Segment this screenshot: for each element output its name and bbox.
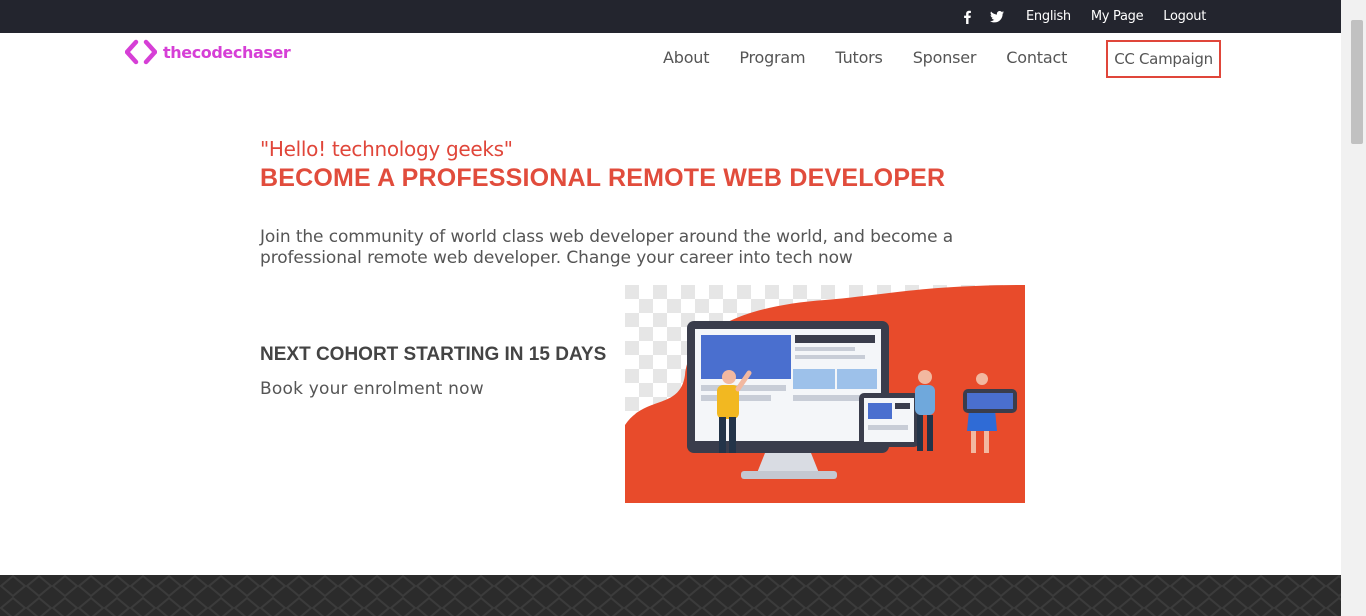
nav-program[interactable]: Program xyxy=(739,48,805,67)
top-bar: English My Page Logout xyxy=(0,0,1341,33)
nav-about[interactable]: About xyxy=(663,48,710,67)
facebook-icon[interactable] xyxy=(958,8,976,26)
language-link[interactable]: English xyxy=(1026,9,1071,24)
logout-link[interactable]: Logout xyxy=(1163,9,1206,24)
main-nav: About Program Tutors Sponser Contact xyxy=(663,48,1097,67)
cc-campaign-button[interactable]: CC Campaign xyxy=(1106,40,1221,78)
hero-headline: BECOME A PROFESSIONAL REMOTE WEB DEVELOP… xyxy=(260,164,946,192)
book-enrolment-text: Book your enrolment now xyxy=(260,379,484,399)
cohort-heading: NEXT COHORT STARTING IN 15 DAYS xyxy=(260,344,607,365)
nav-contact[interactable]: Contact xyxy=(1006,48,1067,67)
site-logo[interactable]: thecodechaser xyxy=(125,39,291,65)
logo-text: thecodechaser xyxy=(163,42,291,62)
nav-sponser[interactable]: Sponser xyxy=(913,48,977,67)
code-brackets-icon xyxy=(125,39,157,65)
my-page-link[interactable]: My Page xyxy=(1091,9,1144,24)
scrollbar-thumb[interactable] xyxy=(1351,20,1363,144)
footer-band xyxy=(0,575,1341,616)
hero-illustration xyxy=(625,285,1025,503)
nav-tutors[interactable]: Tutors xyxy=(835,48,882,67)
hero-greeting: "Hello! technology geeks" xyxy=(260,137,513,161)
hero-intro: Join the community of world class web de… xyxy=(260,227,954,268)
twitter-icon[interactable] xyxy=(988,8,1006,26)
